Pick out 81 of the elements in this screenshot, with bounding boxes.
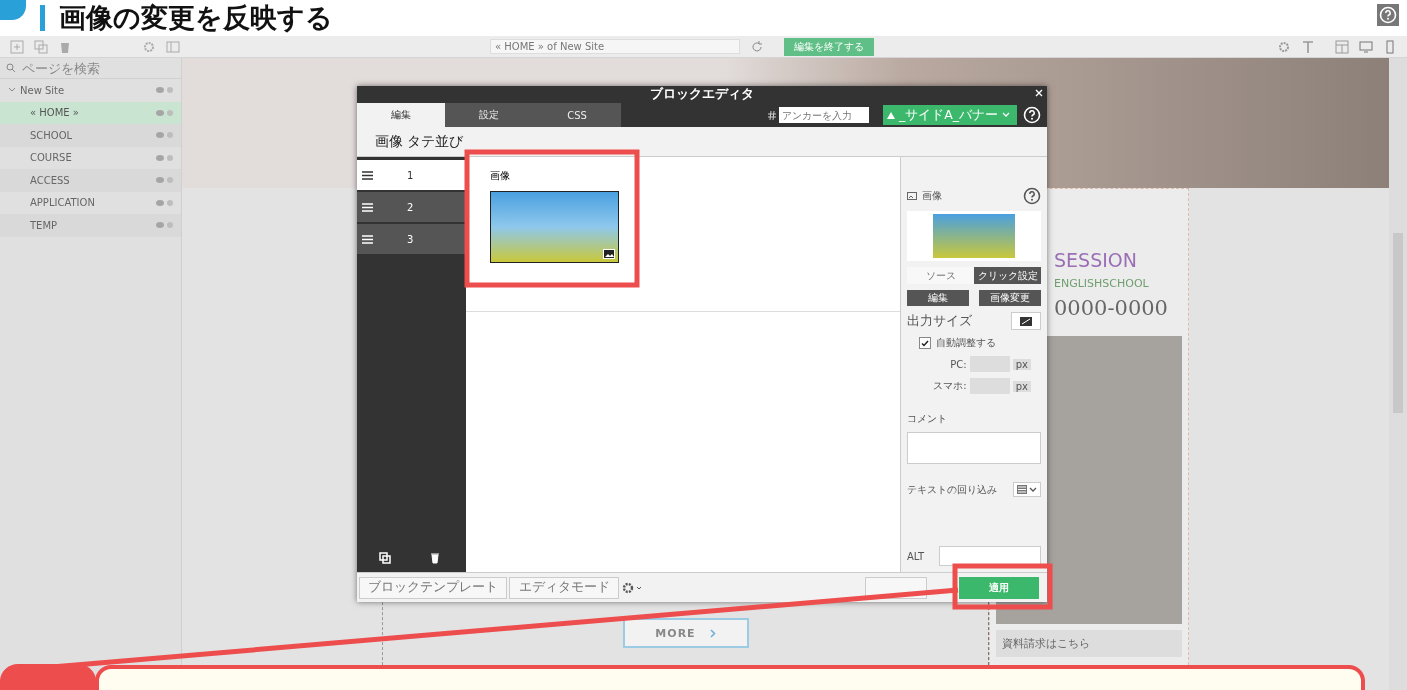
panel-title: 画像 <box>922 189 943 203</box>
close-icon[interactable] <box>1035 89 1043 97</box>
tab[interactable]: CSS <box>533 103 621 127</box>
dialog-title: ブロックエディタ <box>650 86 754 103</box>
search-field[interactable]: ページを検索 <box>20 59 164 77</box>
settings-icon[interactable] <box>621 580 643 595</box>
unit-dropdown[interactable]: px <box>1012 358 1031 370</box>
image-size-button[interactable] <box>1011 312 1041 330</box>
more-button[interactable]: MORE <box>622 618 749 648</box>
image-icon <box>1020 316 1032 326</box>
anchor-field[interactable]: アンカーを入力 <box>779 107 869 123</box>
block-item[interactable]: 1 <box>357 160 466 190</box>
checkbox-label: 自動調整する <box>936 336 996 350</box>
section-heading: 画像の変更を反映する <box>59 1 333 35</box>
tree-item[interactable]: « HOME » <box>0 101 181 124</box>
text-icon[interactable] <box>1301 39 1315 54</box>
size-label: PC: <box>950 358 967 370</box>
image-icon[interactable] <box>603 249 615 259</box>
callout-marker-icon <box>0 664 96 690</box>
visibility-icon[interactable] <box>155 86 175 95</box>
tab[interactable]: クリック設定 <box>974 267 1041 284</box>
logo-title: SESSION <box>1054 249 1138 271</box>
panel-button[interactable]: 編集 <box>907 290 969 306</box>
tree-item[interactable]: TEMP <box>0 214 181 237</box>
tab[interactable]: 設定 <box>445 103 533 127</box>
block-template-button[interactable]: ブロックテンプレート <box>359 576 507 599</box>
add-icon[interactable] <box>10 39 24 54</box>
reload-icon[interactable] <box>750 39 764 54</box>
tab[interactable]: ソース <box>907 267 974 284</box>
tree-item[interactable]: SCHOOL <box>0 124 181 147</box>
wrap-dropdown[interactable] <box>1013 482 1041 497</box>
trash-icon[interactable] <box>429 552 441 564</box>
triangle-icon <box>887 111 895 119</box>
wrap-label: テキストの回り込み <box>907 482 997 497</box>
request-link[interactable]: 資料請求はこちら <box>996 630 1182 657</box>
tab[interactable]: 編集 <box>357 103 445 127</box>
checkbox[interactable] <box>919 337 931 349</box>
block-item[interactable]: 2 <box>357 192 466 222</box>
tree-item[interactable]: ACCESS <box>0 169 181 192</box>
breadcrumb: « HOME » of New Site <box>490 39 740 54</box>
drag-handle-icon[interactable] <box>362 170 373 180</box>
size-label: スマホ: <box>933 379 967 393</box>
comment-label: コメント <box>907 412 948 426</box>
visibility-icon[interactable] <box>155 176 175 185</box>
unit-dropdown[interactable]: px <box>1012 380 1031 392</box>
search-icon <box>6 63 16 73</box>
copy-icon[interactable] <box>379 552 391 564</box>
comment-field[interactable] <box>907 432 1041 464</box>
hash-icon <box>768 110 776 120</box>
panel-button[interactable]: 画像変更 <box>979 290 1041 306</box>
image-icon <box>907 192 917 200</box>
tree-item[interactable]: COURSE <box>0 146 181 169</box>
visibility-icon[interactable] <box>155 198 175 207</box>
apply-button[interactable]: 適用 <box>959 576 1039 599</box>
output-size-label: 出力サイズ <box>907 312 972 330</box>
content-label: 画像 <box>490 169 511 183</box>
caret-icon <box>1002 112 1011 118</box>
text-wrap-icon <box>1017 485 1027 494</box>
block-item[interactable]: 3 <box>357 224 466 254</box>
visibility-icon[interactable] <box>155 108 175 117</box>
visibility-icon[interactable] <box>155 131 175 140</box>
logo-subtitle: ENGLISHSCHOOL <box>1054 277 1150 290</box>
help-icon[interactable] <box>1023 187 1041 205</box>
alt-field[interactable] <box>939 546 1041 566</box>
step-marker-icon <box>0 0 26 20</box>
editor-mode-button[interactable]: エディタモード <box>509 576 619 599</box>
mobile-icon[interactable] <box>1383 39 1397 54</box>
phone-number: 0000-0000 <box>1054 296 1169 320</box>
visibility-icon[interactable] <box>155 153 175 162</box>
chevron-icon <box>709 628 716 638</box>
desktop-icon[interactable] <box>1359 39 1373 54</box>
layout-icon[interactable] <box>1335 39 1349 54</box>
panel-icon[interactable] <box>166 39 180 54</box>
tree-item[interactable]: New Site <box>0 79 181 102</box>
banner-dropdown[interactable]: _サイドA_バナー <box>883 105 1017 125</box>
caret-icon <box>1029 486 1037 493</box>
heading-accent-bar <box>40 5 45 31</box>
tree-item[interactable]: APPLICATION <box>0 191 181 214</box>
photo-placeholder[interactable] <box>490 191 619 263</box>
visibility-icon[interactable] <box>155 221 175 230</box>
alt-label: ALT <box>907 550 925 562</box>
